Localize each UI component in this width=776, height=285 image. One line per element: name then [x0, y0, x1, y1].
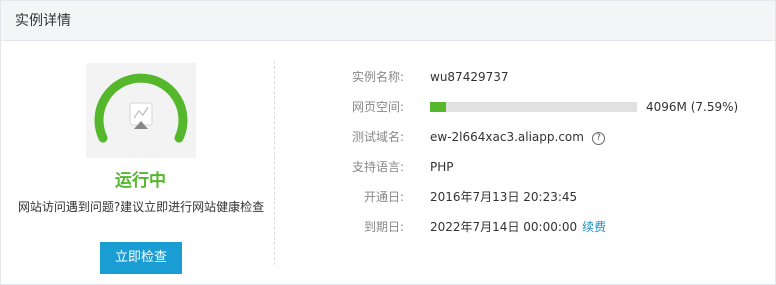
renew-link[interactable]: 续费: [582, 220, 606, 234]
open-date-row: 开通日: 2016年7月13日 20:23:45: [301, 187, 761, 207]
column-divider: [274, 61, 275, 265]
open-date-label: 开通日:: [363, 190, 404, 204]
language-row: 支持语言: PHP: [301, 157, 761, 177]
help-icon[interactable]: ?: [591, 132, 605, 145]
expire-date-row: 到期日: 2022年7月14日 00:00:00 续费: [301, 217, 761, 237]
test-domain-value-wrap: ew-2l664xac3.aliapp.com?: [430, 127, 605, 147]
web-space-total: 4096M: [646, 100, 687, 114]
status-label: 运行中: [115, 171, 166, 191]
instance-name-value: wu87429737: [430, 70, 509, 84]
status-gauge: [86, 63, 196, 158]
expire-date-label: 到期日:: [363, 220, 404, 234]
open-date-value: 2016年7月13日 20:23:45: [430, 190, 578, 204]
status-section: 运行中 网站访问遇到问题?建议立即进行网站健康检查 立即检查: [1, 42, 274, 284]
health-check-hint: 网站访问遇到问题?建议立即进行网站健康检查: [17, 200, 265, 214]
test-domain-label: 测试域名:: [351, 130, 404, 144]
check-now-button[interactable]: 立即检查: [100, 242, 182, 274]
web-space-progress-bar: [430, 102, 637, 112]
language-label: 支持语言:: [351, 160, 404, 174]
instance-name-row: 实例名称: wu87429737: [301, 67, 761, 87]
web-space-label: 网页空间:: [351, 100, 404, 114]
expire-date-value-wrap: 2022年7月14日 00:00:00 续费: [430, 217, 606, 237]
instance-detail-panel: 实例详情 运行中 网站访问遇到问题?建议立即进行网站健康检查 立即检查 实例名称…: [0, 0, 776, 285]
instance-name-label: 实例名称:: [351, 70, 404, 84]
expire-date-value: 2022年7月14日 00:00:00: [430, 220, 578, 234]
web-space-percent: (7.59%): [690, 100, 739, 114]
server-icon: [129, 102, 153, 129]
web-space-row: 网页空间: 4096M (7.59%): [301, 97, 761, 117]
test-domain-row: 测试域名: ew-2l664xac3.aliapp.com?: [301, 127, 761, 147]
test-domain-value: ew-2l664xac3.aliapp.com: [430, 130, 584, 144]
gauge-arc-icon: [94, 73, 188, 143]
panel-title: 实例详情: [1, 1, 775, 41]
web-space-usage: 4096M (7.59%): [646, 97, 738, 117]
language-value: PHP: [430, 160, 454, 174]
web-space-progress-fill: [430, 102, 446, 112]
